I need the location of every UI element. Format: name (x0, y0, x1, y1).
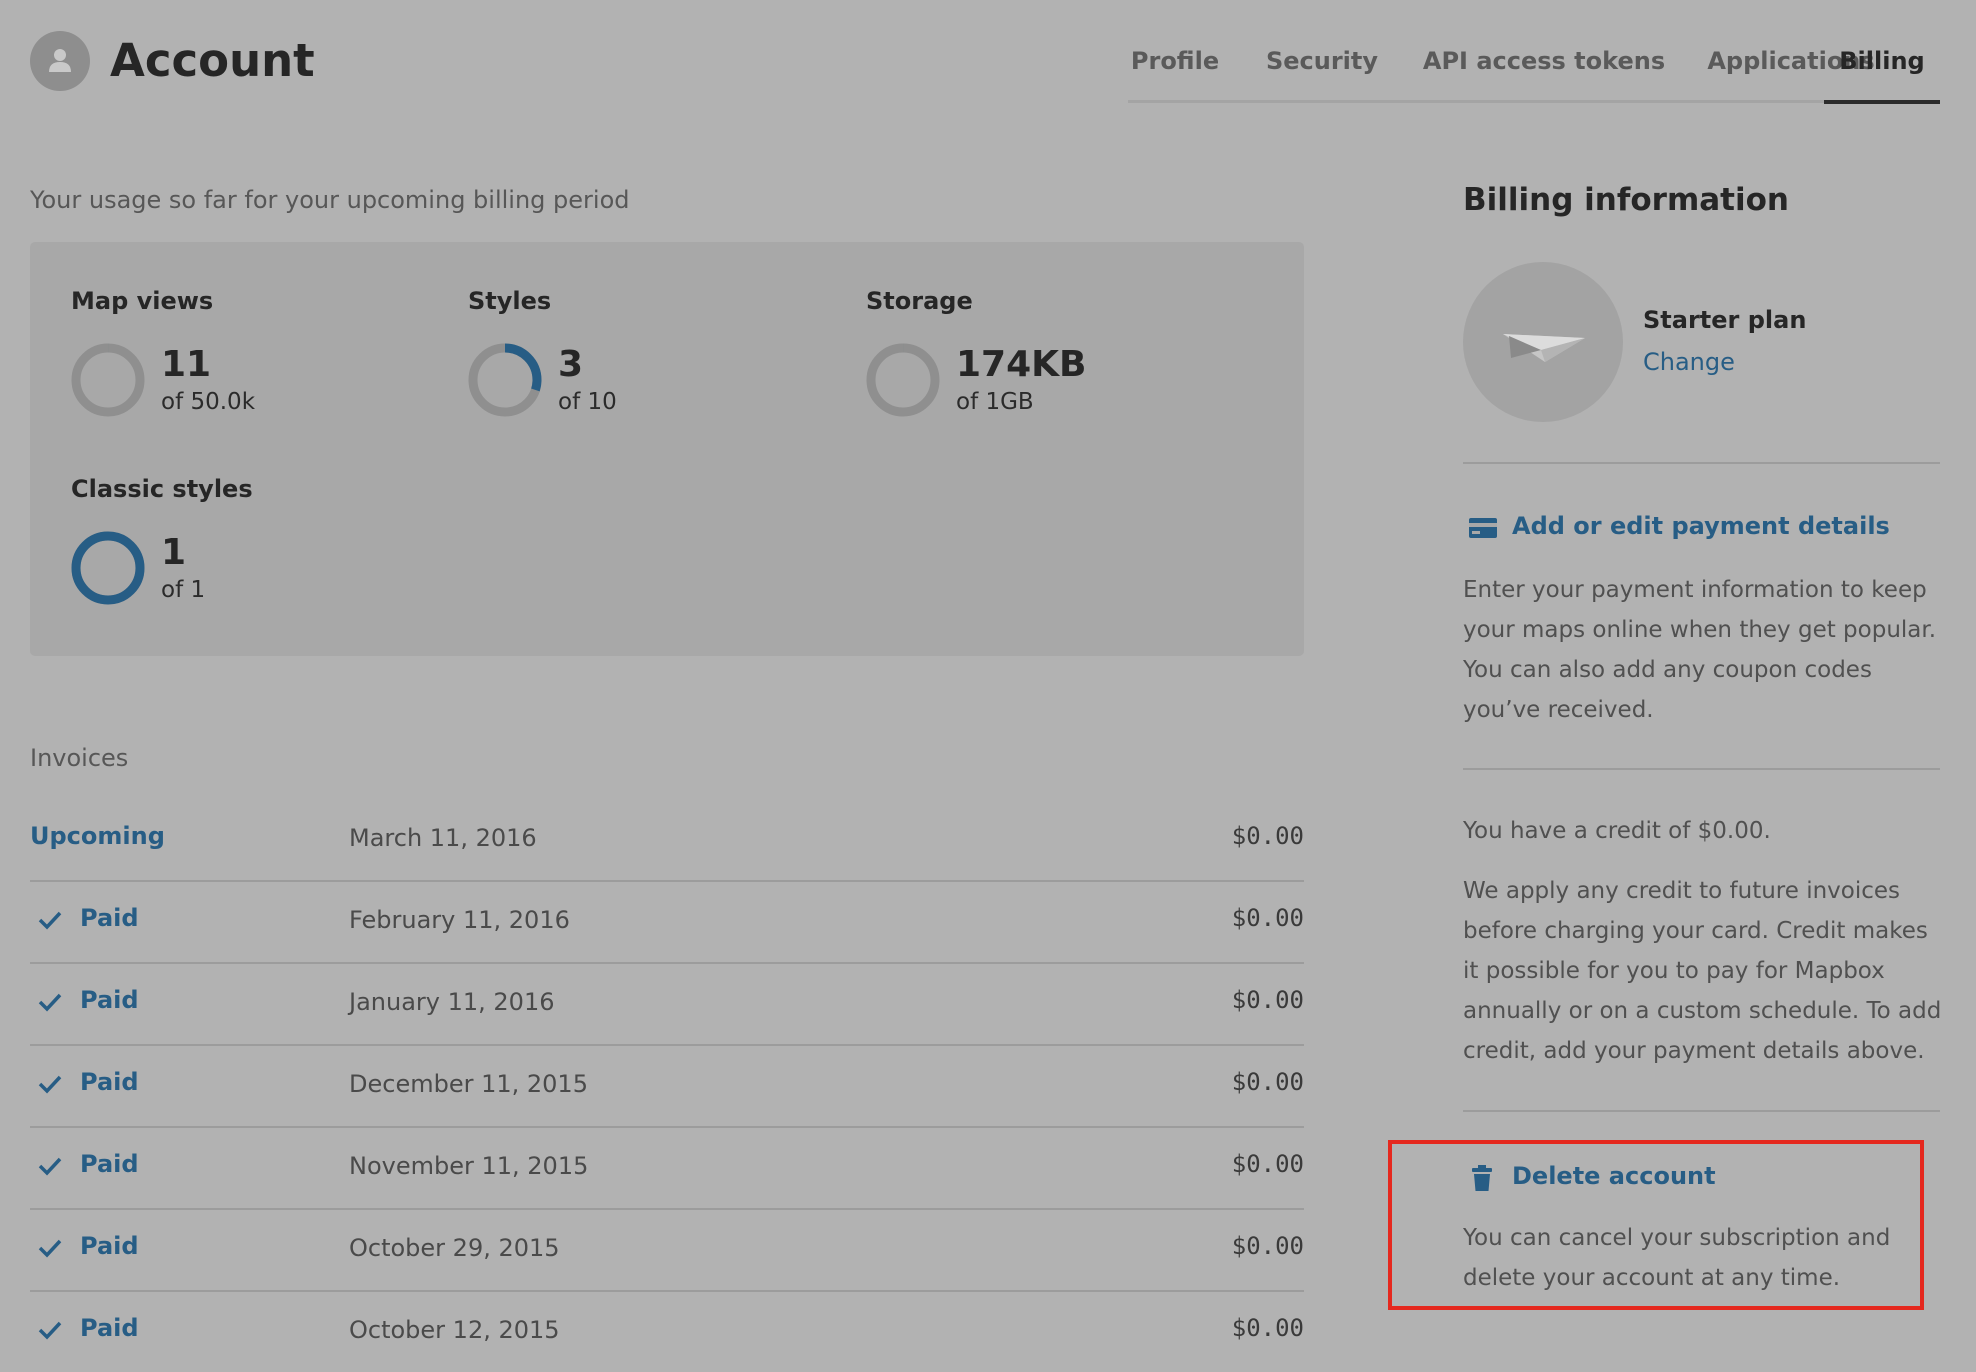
checkmark-icon (38, 1239, 62, 1258)
invoice-amount: $0.00 (1231, 822, 1304, 850)
invoice-amount: $0.00 (1231, 904, 1304, 932)
invoice-date: January 11, 2016 (349, 988, 555, 1016)
invoice-row: Paid October 29, 2015 $0.00 (30, 1208, 1304, 1292)
invoice-amount: $0.00 (1231, 1068, 1304, 1096)
payment-details-label[interactable]: Add or edit payment details (1512, 512, 1890, 540)
metric-value-storage: 174KB (956, 344, 1087, 385)
tab-profile[interactable]: Profile (1128, 44, 1222, 100)
invoice-amount: $0.00 (1231, 986, 1304, 1014)
plan-badge (1463, 262, 1623, 422)
tab-billing[interactable]: Billing (1824, 44, 1940, 104)
invoice-status-link[interactable]: Paid (80, 1232, 139, 1260)
tab-api-access-tokens[interactable]: API access tokens (1408, 44, 1680, 100)
checkmark-icon (38, 911, 62, 930)
payment-description: Enter your payment information to keep y… (1463, 577, 1937, 723)
divider (1463, 462, 1940, 464)
invoice-row: Upcoming March 11, 2016 $0.00 (30, 798, 1304, 882)
delete-account-label[interactable]: Delete account (1512, 1162, 1716, 1190)
invoice-date: December 11, 2015 (349, 1070, 588, 1098)
account-tabs: Profile Security API access tokens Appli… (1128, 44, 1940, 104)
invoice-status-link[interactable]: Paid (80, 904, 139, 932)
checkmark-icon (38, 1075, 62, 1094)
metric-limit-map-views: of 50.0k (161, 389, 256, 415)
page-title: Account (110, 34, 315, 87)
invoice-row: Paid February 11, 2016 $0.00 (30, 880, 1304, 964)
invoice-row: Paid December 11, 2015 $0.00 (30, 1044, 1304, 1128)
divider (1463, 1110, 1940, 1112)
metric-title-styles: Styles (468, 287, 552, 315)
usage-ring-classic-styles (71, 531, 145, 605)
metric-limit-styles: of 10 (558, 389, 617, 415)
invoice-status-link[interactable]: Paid (80, 1314, 139, 1342)
delete-account-description: You can cancel your subscription and del… (1463, 1225, 1891, 1291)
usage-ring-storage (866, 343, 940, 417)
metric-value-map-views: 11 (161, 344, 212, 385)
billing-title: Billing information (1463, 182, 1789, 218)
plan-name: Starter plan (1643, 306, 1807, 334)
account-avatar (30, 31, 90, 91)
invoice-date: October 29, 2015 (349, 1234, 560, 1262)
metric-title-map-views: Map views (71, 287, 214, 315)
invoice-date: March 11, 2016 (349, 824, 537, 852)
invoice-row: Paid January 11, 2016 $0.00 (30, 962, 1304, 1046)
user-icon (49, 49, 71, 72)
invoice-amount: $0.00 (1231, 1314, 1304, 1342)
credit-description: We apply any credit to future invoices b… (1463, 878, 1942, 1064)
invoice-date: February 11, 2016 (349, 906, 570, 934)
change-plan-link[interactable]: Change (1643, 348, 1735, 376)
credit-balance: You have a credit of $0.00. (1463, 818, 1771, 844)
invoice-status-link[interactable]: Upcoming (30, 822, 165, 850)
metric-value-classic-styles: 1 (161, 532, 187, 573)
usage-caption: Your usage so far for your upcoming bill… (30, 186, 630, 214)
usage-ring-styles (468, 343, 542, 417)
credit-card-icon (1469, 518, 1497, 538)
metric-limit-classic-styles: of 1 (161, 577, 206, 603)
invoice-status-link[interactable]: Paid (80, 1150, 139, 1178)
metric-limit-storage: of 1GB (956, 389, 1034, 415)
usage-panel: Map views 11 of 50.0k Styles 3 of 10 Sto… (30, 242, 1304, 656)
paper-plane-icon (1503, 334, 1585, 362)
invoices-caption: Invoices (30, 744, 129, 772)
metric-value-styles: 3 (558, 344, 584, 385)
invoice-status-link[interactable]: Paid (80, 986, 139, 1014)
divider (1463, 768, 1940, 770)
invoice-amount: $0.00 (1231, 1150, 1304, 1178)
usage-ring-map-views (71, 343, 145, 417)
invoice-amount: $0.00 (1231, 1232, 1304, 1260)
invoice-row: Paid October 12, 2015 $0.00 (30, 1290, 1304, 1372)
metric-title-classic-styles: Classic styles (71, 475, 253, 503)
invoice-status-link[interactable]: Paid (80, 1068, 139, 1096)
trash-icon (1472, 1165, 1492, 1191)
invoice-row: Paid November 11, 2015 $0.00 (30, 1126, 1304, 1210)
checkmark-icon (38, 993, 62, 1012)
invoice-date: October 12, 2015 (349, 1316, 560, 1344)
invoice-date: November 11, 2015 (349, 1152, 589, 1180)
checkmark-icon (38, 1321, 62, 1340)
metric-title-storage: Storage (866, 287, 973, 315)
checkmark-icon (38, 1157, 62, 1176)
tab-security[interactable]: Security (1254, 44, 1390, 100)
